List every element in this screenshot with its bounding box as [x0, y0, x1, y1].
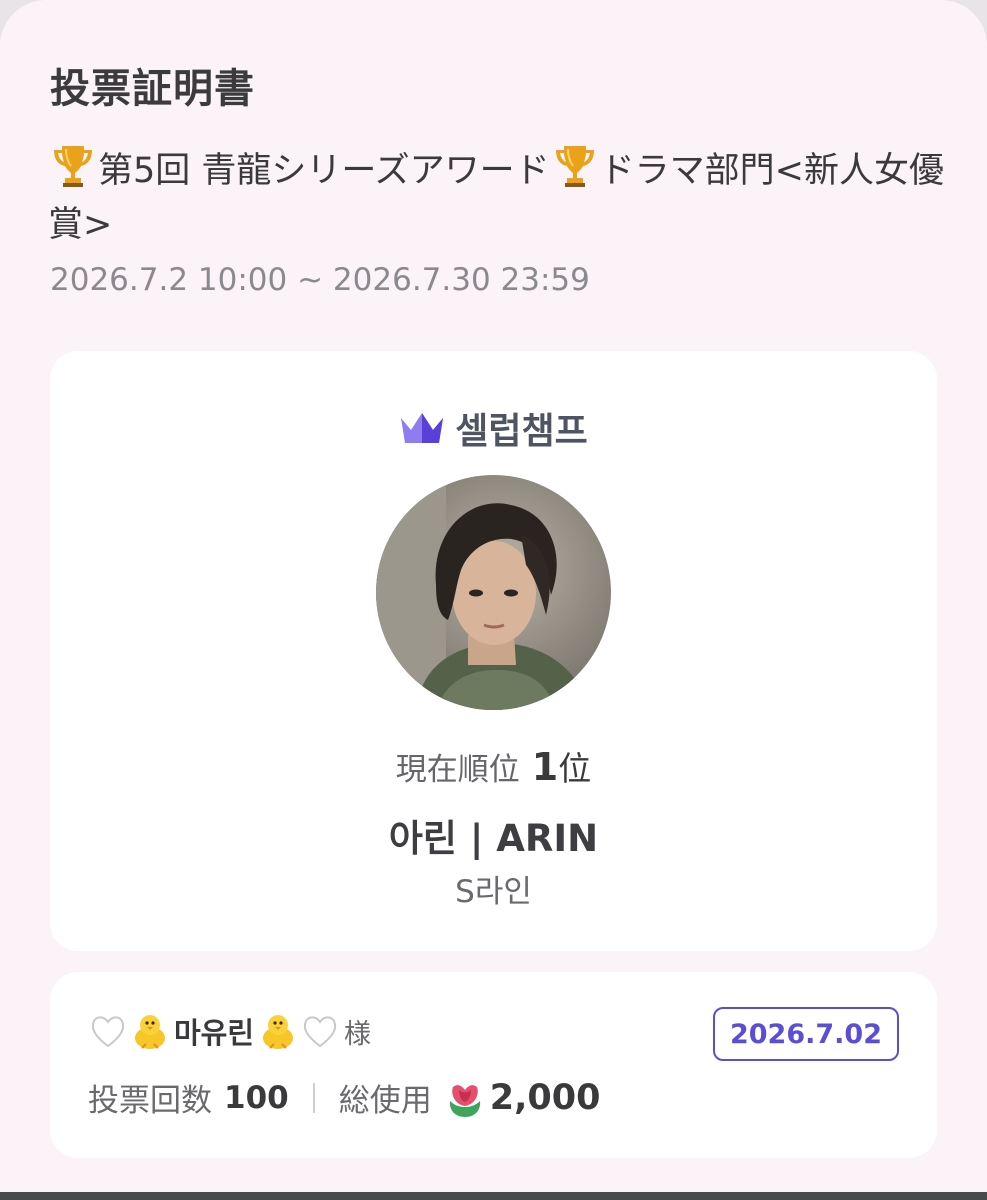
total-used-value: 2,000: [489, 1077, 601, 1118]
candidate-line: S라인: [455, 874, 532, 910]
page-title: 投票証明書: [50, 66, 255, 112]
candidate-avatar[interactable]: [376, 475, 611, 710]
rank-suffix: 位: [558, 749, 592, 788]
total-used-label: 総使用: [338, 1083, 432, 1119]
voter-name: 마유린: [174, 1016, 255, 1050]
candidate-photo: [376, 475, 611, 710]
crown-icon: [401, 413, 444, 443]
white-heart-icon: [303, 1016, 337, 1048]
white-heart-icon: [91, 1016, 125, 1048]
vote-count-label: 投票回数: [88, 1083, 212, 1119]
flower-icon: [449, 1084, 480, 1117]
vote-info-card: [50, 972, 937, 1158]
vote-count-value: 100: [224, 1079, 289, 1116]
bottom-edge: [0, 1192, 987, 1200]
stats-divider: [312, 1082, 315, 1113]
chick-icon: [135, 1015, 165, 1049]
trophy-icon: [54, 146, 92, 187]
vote-period: 2026.7.2 10:00 ~ 2026.7.30 23:59: [50, 262, 590, 298]
event-title: 第5回 青龍シリーズアワード ドラマ部門<新人女優賞>: [48, 140, 948, 252]
voter-name-row: 마유린 様: [88, 1010, 371, 1052]
vote-date-badge: 2026.7.02: [713, 1007, 899, 1061]
event-title-prefix: 第5回 青龍シリーズアワード: [98, 151, 550, 191]
trophy-icon: [555, 146, 594, 187]
vote-stats: 投票回数 100 総使用 2,000: [88, 1075, 600, 1120]
voter-honorific: 様: [344, 1018, 372, 1050]
candidate-name: 아린 | ARIN: [388, 817, 599, 860]
rank-value: 1: [531, 745, 559, 789]
brand-name: 셀럽챔프: [455, 411, 588, 452]
rank-label: 現在順位: [395, 752, 520, 788]
brand-header: 셀럽챔프: [0, 402, 987, 454]
current-rank: 現在順位 1位: [0, 742, 987, 790]
chick-icon: [263, 1015, 294, 1049]
